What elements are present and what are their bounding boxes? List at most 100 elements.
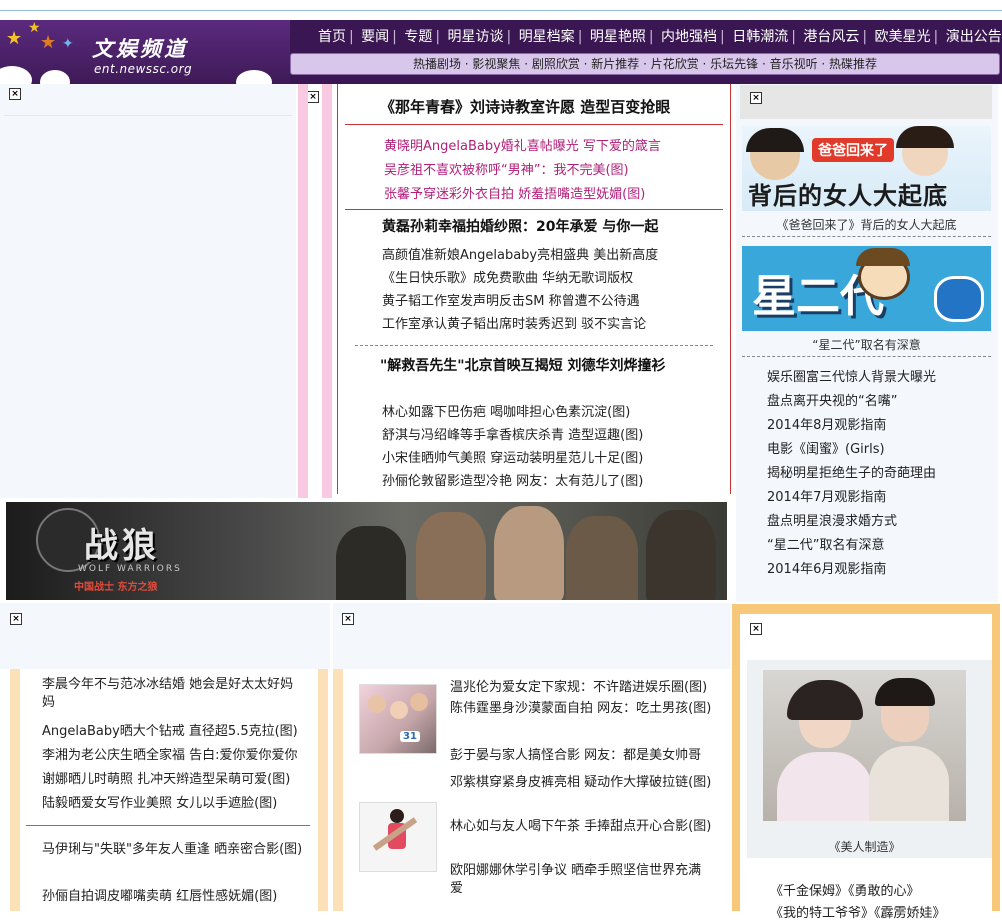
- sidebar-link[interactable]: 揭秘明星拒绝生子的奇葩理由: [767, 462, 936, 481]
- sidebar-link[interactable]: 娱乐圈富三代惊人背景大曝光: [767, 366, 936, 385]
- face-shape: [410, 693, 428, 711]
- banner-title: 战狼: [84, 526, 160, 566]
- sidebar-link[interactable]: 盘点离开央视的“名嘴”: [767, 390, 897, 409]
- right-ad-slot: [740, 85, 992, 119]
- cloud-decoration: [40, 70, 70, 84]
- news-link[interactable]: 孙俪伦敦留影造型冷艳 网友：太有范儿了(图): [382, 470, 643, 489]
- news-link[interactable]: 林心如与友人喝下午茶 手捧甜点开心合影(图): [450, 818, 712, 836]
- news-link[interactable]: 马伊琍与"失联"多年友人重逢 晒亲密合影(图): [42, 841, 304, 859]
- face-shape: [368, 695, 386, 713]
- banner-subtitle: 中国战士 东方之狼: [74, 582, 158, 593]
- red-divider: [345, 124, 723, 125]
- drama-poster-image[interactable]: [763, 670, 966, 821]
- news-link[interactable]: 舒淇与冯绍峰等手拿香槟庆杀青 造型逗趣(图): [382, 424, 643, 443]
- pink-link[interactable]: 黄晓明AngelaBaby婚礼喜帖曝光 写下爱的箴言: [384, 135, 661, 154]
- face-shape: [390, 701, 408, 719]
- close-icon[interactable]: ×: [10, 613, 22, 625]
- nav-mainland[interactable]: 内地强档: [661, 29, 717, 45]
- news-link[interactable]: 高颜值准新娘Angelababy亮相盛典 美出新高度: [382, 244, 658, 263]
- nav-profiles[interactable]: 明星档案: [519, 29, 575, 45]
- sidebar-link[interactable]: 电影《闺蜜》(Girls): [767, 438, 885, 457]
- promo-caption[interactable]: 《爸爸回来了》背后的女人大起底: [742, 216, 991, 233]
- news-link[interactable]: 《生日快乐歌》成免费歌曲 华纳无歌词版权: [382, 267, 633, 286]
- close-icon[interactable]: ×: [9, 88, 21, 100]
- pink-side-bar: [298, 84, 308, 498]
- news-link[interactable]: 陈伟霆墨身沙漠蒙面自拍 网友：吃土男孩(图): [450, 700, 712, 718]
- banner-title-en: WOLF WARRIORS: [78, 564, 182, 574]
- headline-2[interactable]: 黄磊孙莉幸福拍婚纱照：20年承爱 与你一起: [382, 216, 658, 236]
- orange-side-bar: [10, 669, 20, 911]
- headline-1[interactable]: 《那年青春》刘诗诗教室许愿 造型百变抢眼: [380, 96, 670, 117]
- nav-home[interactable]: 首页: [318, 29, 346, 45]
- close-icon[interactable]: ×: [307, 91, 319, 103]
- orange-side-bar: [318, 669, 328, 911]
- cartoon-hair: [856, 248, 910, 266]
- close-icon[interactable]: ×: [750, 92, 762, 104]
- nav-shows[interactable]: 演出公告: [946, 29, 1002, 45]
- left-ad-panel: [0, 84, 296, 498]
- divider: [4, 115, 292, 116]
- news-link[interactable]: 欧阳娜娜休学引争议 晒牵手照坚信世界充满爱: [450, 862, 712, 898]
- pink-side-bar: [322, 84, 332, 498]
- cartoon-mascot: [934, 276, 984, 322]
- dashed-divider: [742, 356, 991, 357]
- nav-photos[interactable]: 明星艳照: [590, 29, 646, 45]
- promo-caption[interactable]: “星二代”取名有深意: [742, 336, 991, 353]
- soldier-figure: [566, 516, 638, 600]
- news-link[interactable]: 黄子韬工作室发声明反击SM 称曾遭不公待遇: [382, 290, 640, 309]
- sidebar-link[interactable]: 盘点明星浪漫求婚方式: [767, 510, 897, 529]
- promo-art-text: 背后的女人大起底: [748, 182, 948, 210]
- star-icon: ★: [28, 20, 41, 36]
- logo-area[interactable]: ★ ★ ★ ✦ 文娱频道 ent.newssc.org: [0, 20, 290, 84]
- star-icon: ✦: [62, 36, 74, 52]
- nav-topics[interactable]: 专题: [404, 29, 432, 45]
- news-link[interactable]: 李湘为老公庆生晒全家福 告白:爱你爱你爱你: [42, 744, 298, 763]
- star-icon: ★: [40, 32, 57, 53]
- hair-shape: [746, 128, 804, 152]
- news-link[interactable]: AngelaBaby晒大个钻戒 直径超5.5克拉(图): [42, 720, 298, 739]
- hair-shape: [787, 680, 863, 720]
- news-link[interactable]: 小宋佳晒帅气美照 穿运动装明星范儿十足(图): [382, 447, 643, 466]
- close-icon[interactable]: ×: [342, 613, 354, 625]
- news-thumbnail[interactable]: 31: [359, 684, 437, 754]
- sidebar-link[interactable]: 2014年7月观影指南: [767, 486, 886, 505]
- hair-shape: [896, 126, 954, 148]
- close-icon[interactable]: ×: [750, 623, 762, 635]
- news-link[interactable]: 孙俪自拍调皮嘟嘴卖萌 红唇性感妩媚(图): [42, 885, 277, 904]
- divider: [26, 825, 310, 826]
- news-link[interactable]: 陆毅晒爱女写作业美照 女儿以手遮脸(图): [42, 792, 277, 811]
- headline-3[interactable]: "解救吾先生"北京首映互揭短 刘德华刘烨撞衫: [380, 358, 710, 374]
- news-thumbnail[interactable]: [359, 802, 437, 872]
- drama-link[interactable]: 《我的特工爷爷》《霹雳娇娃》: [770, 902, 946, 921]
- sub-nav[interactable]: 热播剧场 · 影视聚焦 · 剧照欣赏 · 新片推荐 · 片花欣赏 · 乐坛先锋 …: [290, 53, 1000, 75]
- dashed-divider: [742, 236, 991, 237]
- pink-link[interactable]: 吴彦祖不喜欢被称呼“男神”：我不完美(图): [384, 159, 629, 178]
- promo-image-star-kids[interactable]: 星二代: [742, 246, 991, 331]
- nav-news[interactable]: 要闻: [361, 29, 389, 45]
- news-link[interactable]: 彭于晏与家人搞怪合影 网友：都是美女帅哥: [450, 744, 701, 763]
- news-link[interactable]: 温兆伦为爱女定下家规：不许踏进娱乐圈(图): [450, 676, 707, 695]
- news-link[interactable]: 林心如露下巴伤疤 喝咖啡担心色素沉淀(图): [382, 401, 630, 420]
- robe-shape: [869, 746, 949, 821]
- sidebar-link[interactable]: 2014年8月观影指南: [767, 414, 886, 433]
- nav-hk-tw[interactable]: 港台风云: [803, 29, 859, 45]
- star-icon: ★: [6, 28, 23, 49]
- hair-shape: [875, 678, 935, 706]
- sidebar-link[interactable]: “星二代”取名有深意: [767, 534, 884, 553]
- nav-japan-korea[interactable]: 日韩潮流: [732, 29, 788, 45]
- promo-image-dad-is-back[interactable]: 爸爸回来了 背后的女人大起底: [742, 126, 991, 211]
- nav-western[interactable]: 欧美星光: [875, 29, 931, 45]
- news-link[interactable]: 谢娜晒儿时萌照 扎冲天辫造型呆萌可爱(图): [42, 768, 290, 787]
- sidebar-link[interactable]: 2014年6月观影指南: [767, 558, 886, 577]
- news-link[interactable]: 工作室承认黄子韬出席时装秀迟到 驳不实言论: [382, 313, 646, 332]
- news-link[interactable]: 李晨今年不与范冰冰结婚 她会是好太太好妈妈: [42, 676, 304, 712]
- soldier-figure: [646, 510, 716, 600]
- pink-link[interactable]: 张馨予穿迷彩外衣自拍 娇羞捂嘴造型妩媚(图): [384, 183, 645, 202]
- nav-interviews[interactable]: 明星访谈: [448, 29, 504, 45]
- cloud-decoration: [0, 66, 32, 84]
- soldier-figure: [336, 526, 406, 600]
- drama-link[interactable]: 《千金保姆》《勇敢的心》: [770, 880, 920, 899]
- movie-banner-wolf-warriors[interactable]: 战狼 WOLF WARRIORS 中国战士 东方之狼: [6, 502, 727, 600]
- poster-caption[interactable]: 《美人制造》: [763, 838, 966, 855]
- news-link[interactable]: 邓紫棋穿紧身皮裤亮相 疑动作大撑破拉链(图): [450, 774, 712, 792]
